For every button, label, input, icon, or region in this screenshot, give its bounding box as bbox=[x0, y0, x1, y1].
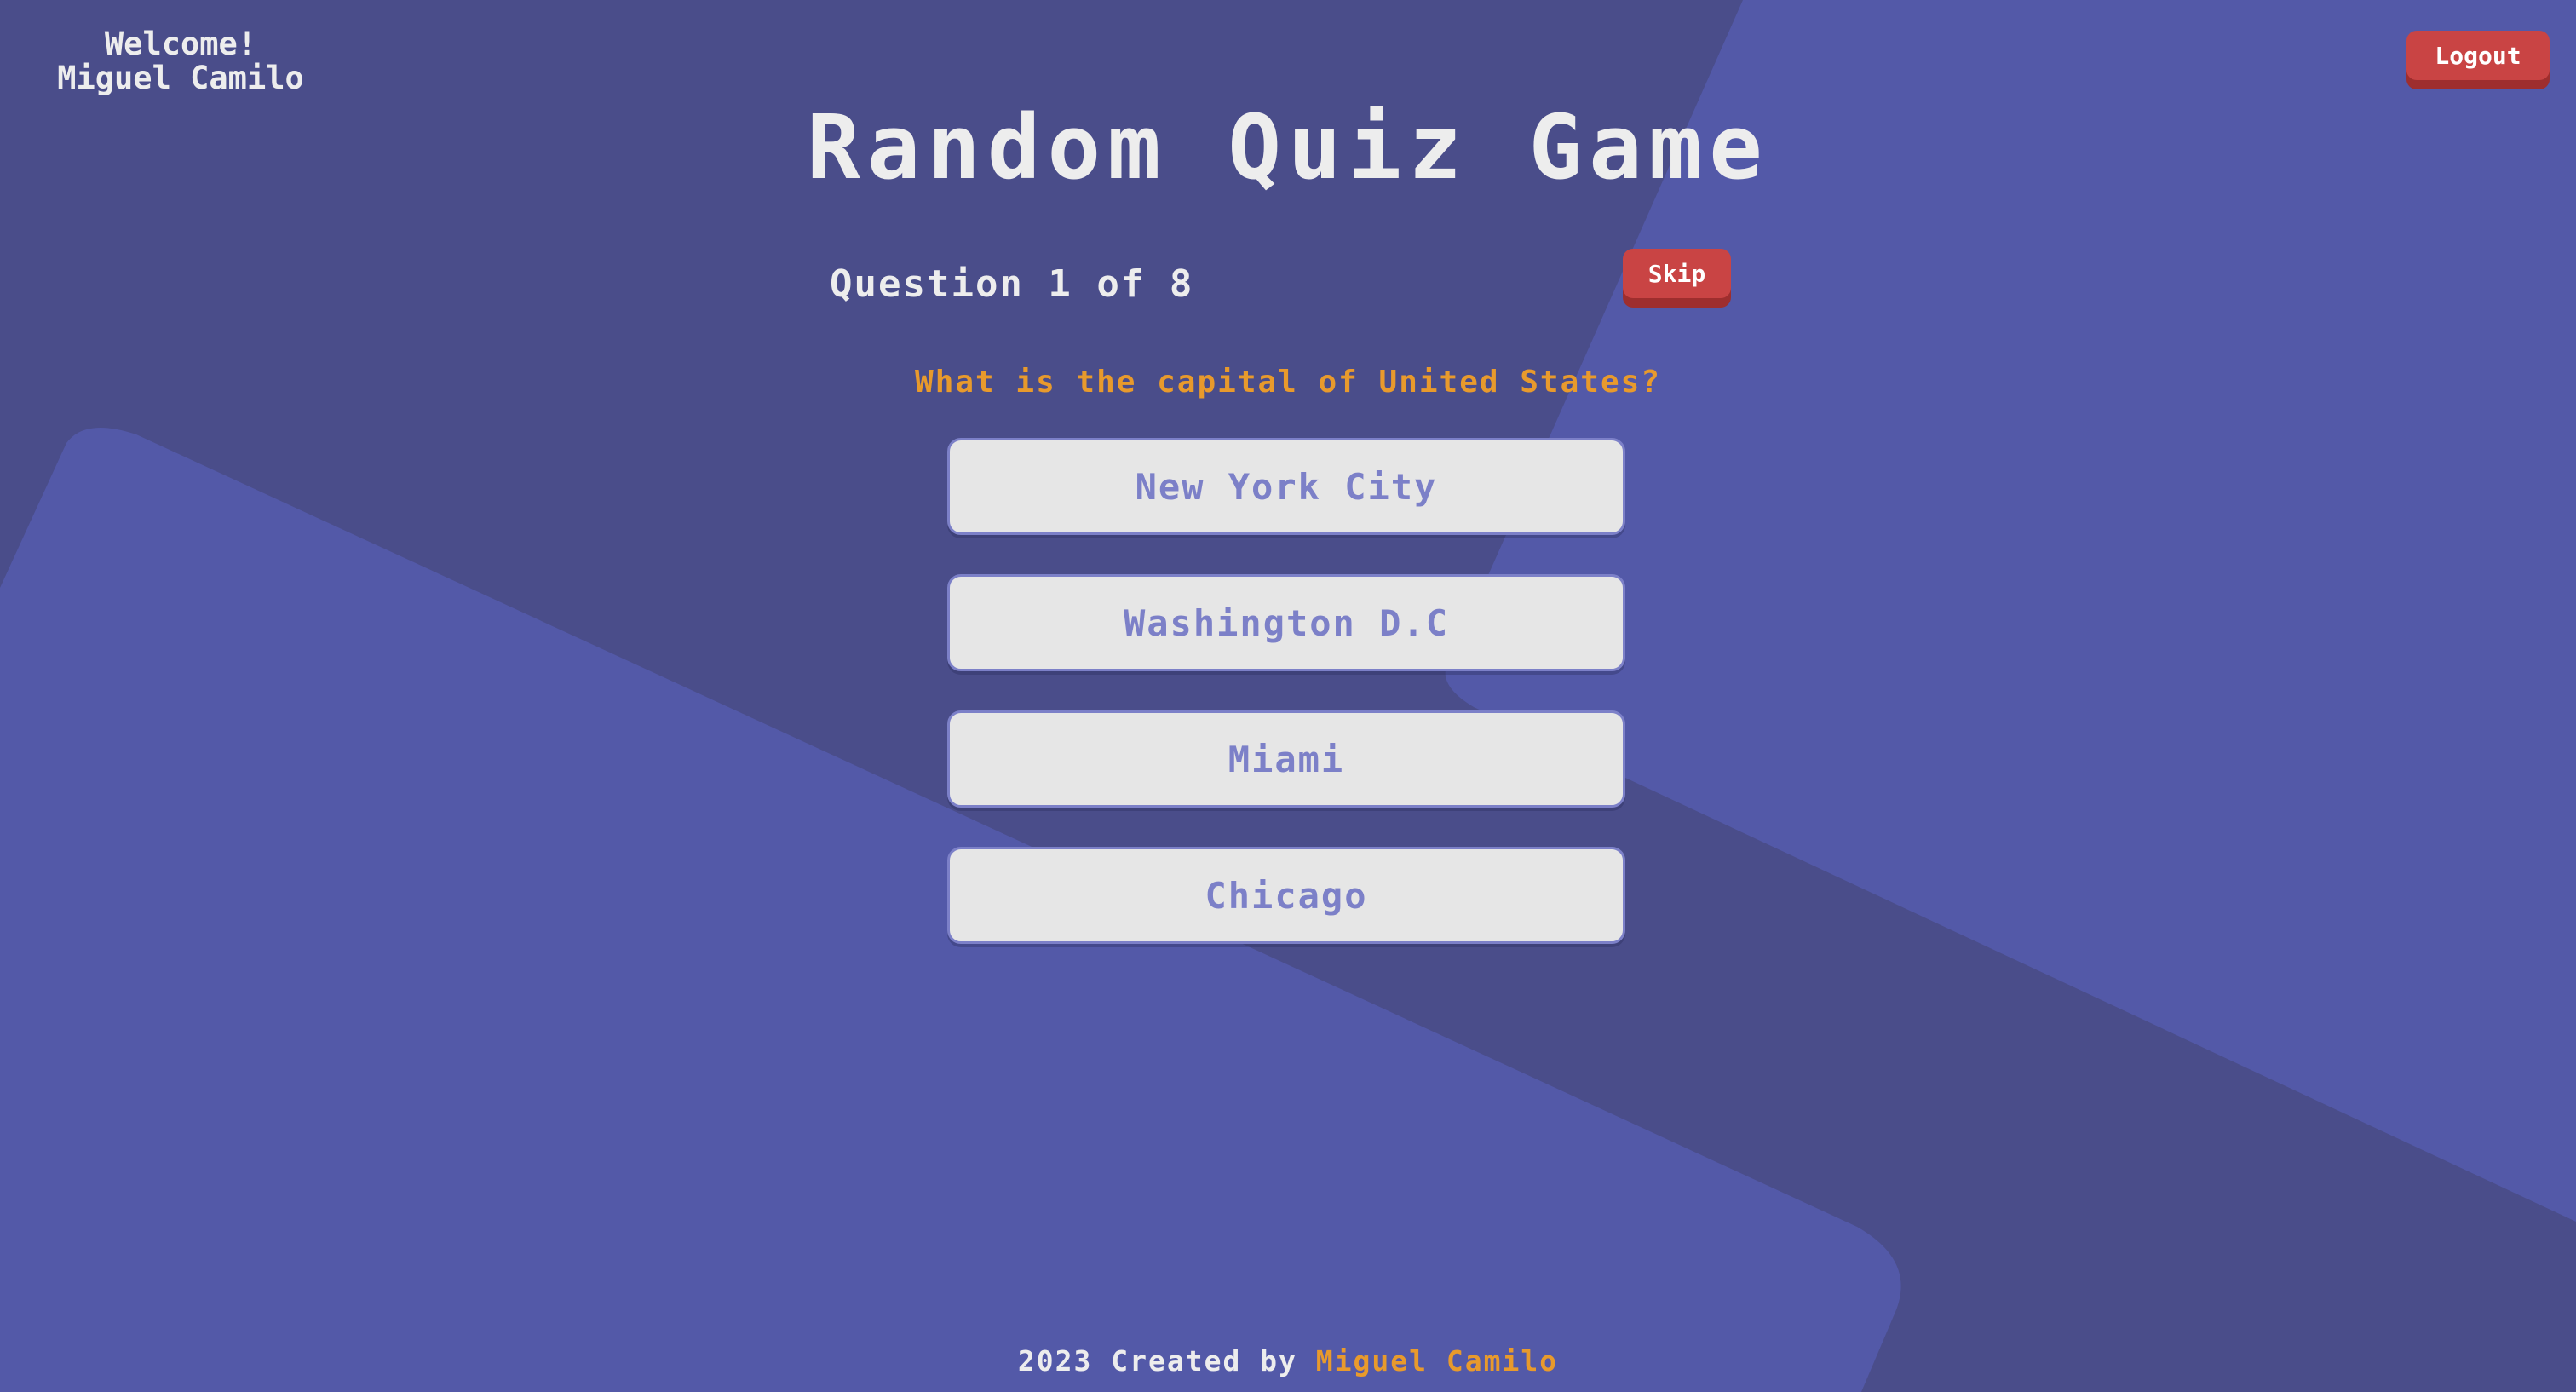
footer: 2023 Created by Miguel Camilo bbox=[0, 1344, 2576, 1378]
answer-option[interactable]: Miami bbox=[947, 710, 1625, 808]
user-name: Miguel Camilo bbox=[57, 60, 304, 96]
footer-author-link[interactable]: Miguel Camilo bbox=[1316, 1344, 1558, 1378]
answer-option[interactable]: New York City bbox=[947, 438, 1625, 535]
answer-option[interactable]: Chicago bbox=[947, 847, 1625, 944]
answer-option[interactable]: Washington D.C bbox=[947, 574, 1625, 671]
answer-list: New York City Washington D.C Miami Chica… bbox=[947, 438, 1629, 983]
footer-credit: 2023 Created by bbox=[1017, 1344, 1297, 1378]
skip-button[interactable]: Skip bbox=[1623, 249, 1731, 298]
page-title: Random Quiz Game bbox=[807, 95, 1769, 199]
logout-button[interactable]: Logout bbox=[2406, 31, 2550, 80]
welcome-message: Welcome! Miguel Camilo bbox=[27, 27, 334, 95]
question-text: What is the capital of United States? bbox=[915, 365, 1661, 400]
welcome-text: Welcome! bbox=[104, 26, 257, 62]
question-counter: Question 1 of 8 bbox=[830, 262, 1194, 306]
